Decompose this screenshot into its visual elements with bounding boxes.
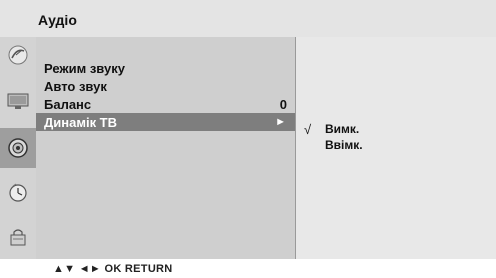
page-title: Аудіо bbox=[38, 12, 77, 28]
menu-item-tv-speaker[interactable]: Динамік ТВ ► bbox=[36, 113, 295, 131]
option-on[interactable]: Ввімк. bbox=[325, 138, 363, 152]
category-sidebar bbox=[0, 37, 36, 259]
satellite-dish-icon[interactable] bbox=[4, 41, 32, 69]
tv-speaker-submenu: √ Вимк. Ввімк. bbox=[296, 37, 496, 259]
menu-item-label: Баланс bbox=[44, 97, 92, 112]
clock-icon[interactable] bbox=[4, 179, 32, 207]
menu-item-label: Режим звуку bbox=[44, 61, 125, 76]
menu-item-label: Динамік ТВ bbox=[44, 115, 118, 130]
chevron-right-icon: ► bbox=[275, 116, 286, 128]
balance-value: 0 bbox=[279, 97, 287, 112]
menu-header: Аудіо bbox=[0, 0, 496, 38]
speaker-icon[interactable] bbox=[0, 128, 36, 168]
screen-icon[interactable] bbox=[4, 87, 32, 115]
audio-menu: Режим звуку Авто звук Баланс 0 Динамік Т… bbox=[36, 37, 295, 259]
lock-icon[interactable] bbox=[4, 223, 32, 251]
menu-item-balance[interactable]: Баланс 0 bbox=[36, 95, 295, 113]
menu-item-label: Авто звук bbox=[44, 79, 107, 94]
navigation-hint-bar: ▲▼ ◄► OK RETURN bbox=[0, 259, 496, 278]
check-icon: √ bbox=[304, 122, 312, 137]
menu-item-auto-volume[interactable]: Авто звук bbox=[36, 77, 295, 95]
navigation-hint: ▲▼ ◄► OK RETURN bbox=[53, 263, 173, 275]
menu-item-sound-mode[interactable]: Режим звуку bbox=[36, 59, 295, 77]
option-off[interactable]: Вимк. bbox=[325, 122, 359, 136]
